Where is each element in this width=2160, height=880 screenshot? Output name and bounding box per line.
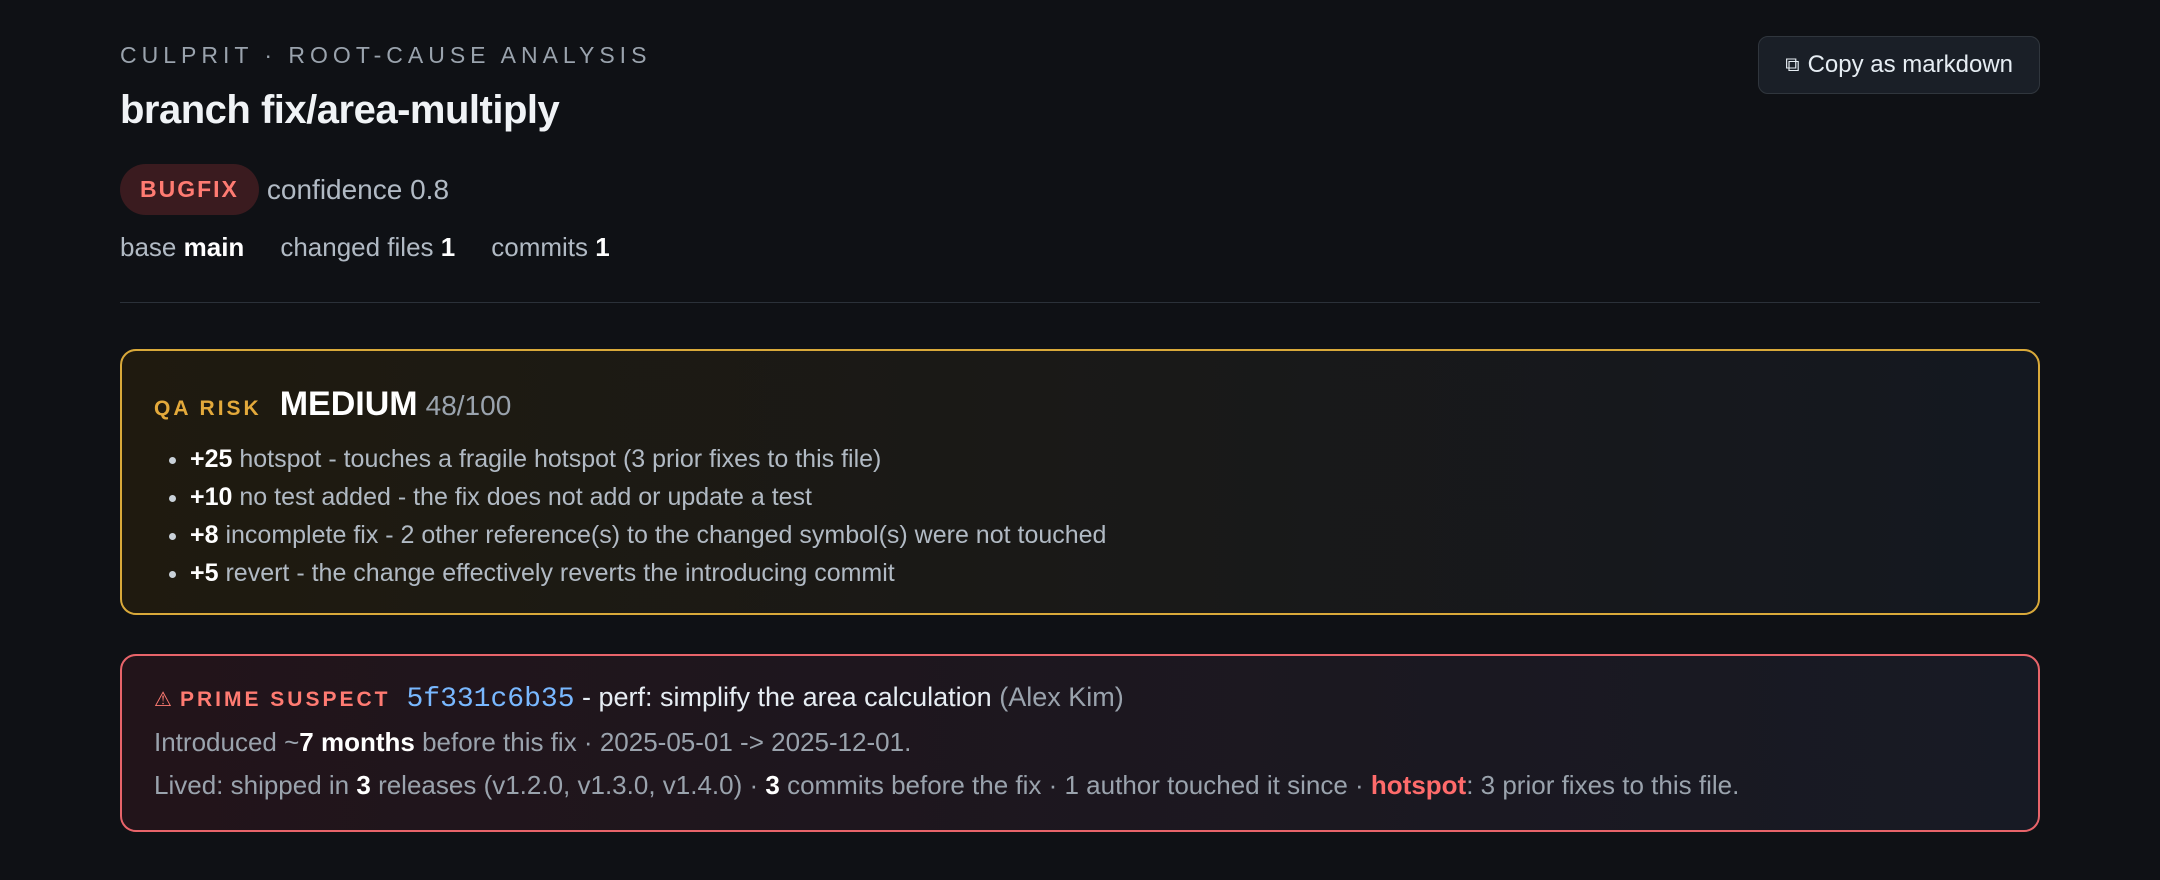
risk-factor: +8 incomplete fix - 2 other reference(s)… [190, 516, 2006, 554]
risk-factor: +10 no test added - the fix does not add… [190, 478, 2006, 516]
risk-factor-points: +5 [190, 559, 219, 587]
risk-factor: +5 revert - the change effectively rever… [190, 554, 2006, 592]
change-type-badge: BUGFIX [120, 164, 259, 215]
qa-risk-level: MEDIUM [279, 385, 418, 423]
copy-markdown-button[interactable]: ⧉ Copy as markdown [1758, 36, 2040, 94]
risk-factor-points: +25 [190, 445, 233, 473]
copy-markdown-label: Copy as markdown [1807, 51, 2013, 78]
qa-risk-header: QA RISK MEDIUM 48/100 [154, 385, 2006, 424]
changed-files-count: 1 [440, 232, 456, 262]
risk-factor: +25 hotspot - touches a fragile hotspot … [190, 440, 2006, 478]
commit-separator: - [574, 682, 599, 712]
classification-row: BUGFIX confidence 0.8 [120, 164, 449, 215]
commit-message: perf: simplify the area calculation [598, 682, 992, 712]
risk-factor-text: hotspot - touches a fragile hotspot (3 p… [239, 445, 882, 473]
risk-factor-text: incomplete fix - 2 other reference(s) to… [225, 521, 1107, 549]
commit-author: (Alex Kim) [999, 682, 1124, 712]
qa-risk-score: 48/100 [425, 390, 512, 421]
prime-suspect-label: PRIME SUSPECT [179, 688, 391, 711]
commits-count: 1 [595, 232, 610, 262]
warning-icon: ⚠ [154, 689, 172, 711]
header-divider [120, 302, 2040, 303]
risk-factor-text: revert - the change effectively reverts … [225, 559, 895, 587]
confidence-text: confidence 0.8 [266, 173, 450, 205]
risk-factor-points: +10 [190, 483, 233, 511]
copy-icon: ⧉ [1785, 53, 1800, 76]
hotspot-tag: hotspot [1370, 770, 1467, 800]
releases-count: 3 [356, 770, 371, 800]
lived-line: Lived: shipped in 3 releases (v1.2.0, v1… [154, 770, 1740, 800]
base-branch: main [183, 232, 245, 262]
meta-commits: commits 1 [491, 232, 610, 262]
qa-risk-label: QA RISK [154, 397, 262, 420]
risk-factor-points: +8 [190, 521, 219, 549]
meta-changed-files: changed files 1 [280, 232, 456, 262]
meta-base: base main [120, 232, 245, 262]
commit-sha-link[interactable]: 5f331c6b35 [406, 684, 574, 715]
risk-factor-text: no test added - the fix does not add or … [239, 483, 812, 511]
prime-suspect-header: ⚠ PRIME SUSPECT 5f331c6b35 - perf: simpl… [154, 682, 2006, 715]
introduced-duration: 7 months [299, 727, 415, 757]
page-title: branch fix/area-multiply [120, 88, 560, 132]
prime-suspect-card: ⚠ PRIME SUSPECT 5f331c6b35 - perf: simpl… [120, 654, 2040, 832]
prior-commits-count: 3 [765, 770, 780, 800]
risk-factor-list: +25 hotspot - touches a fragile hotspot … [154, 440, 2006, 592]
report-eyebrow: CULPRIT · ROOT-CAUSE ANALYSIS [120, 42, 652, 68]
meta-row: base main changed files 1 commits 1 [120, 232, 610, 263]
qa-risk-card: QA RISK MEDIUM 48/100 +25 hotspot - touc… [120, 349, 2040, 615]
introduced-line: Introduced ~7 months before this fix · 2… [154, 727, 912, 757]
